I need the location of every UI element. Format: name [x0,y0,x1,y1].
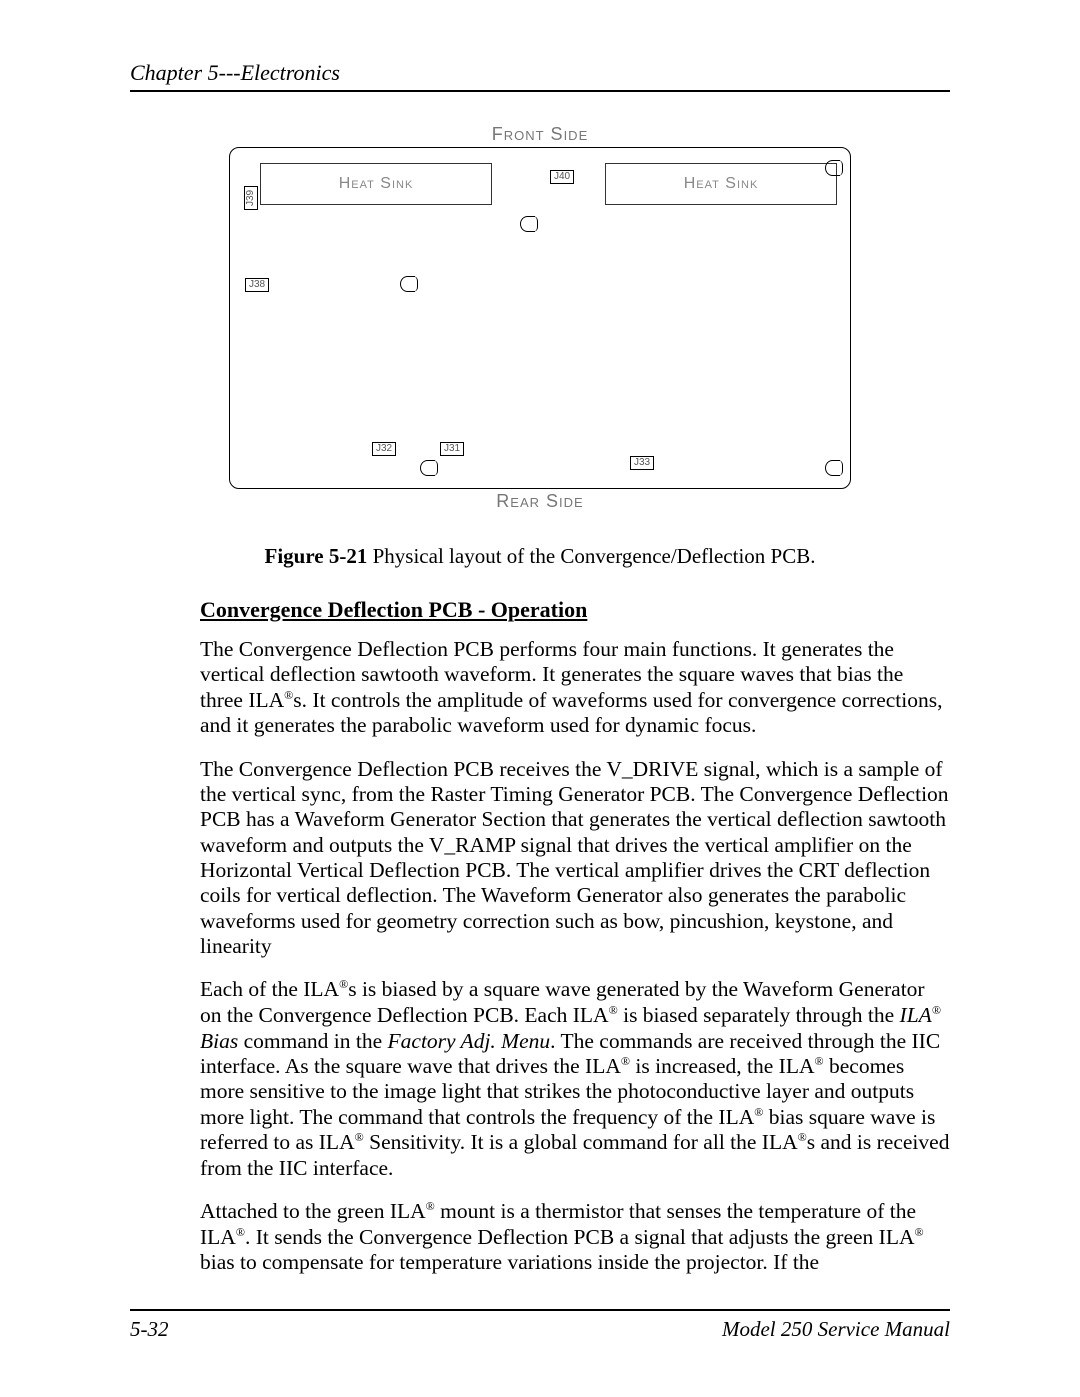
footer-rule [130,1309,950,1311]
paragraph-4: Attached to the green ILA® mount is a th… [130,1199,950,1275]
connector-j33: J33 [630,456,654,470]
figure-5-21: Front Side Heat Sink Heat Sink J39 J40 J… [130,122,950,514]
registered-icon: ® [355,1130,364,1144]
paragraph-3: Each of the ILA®s is biased by a square … [130,977,950,1181]
pcb-outline: Heat Sink Heat Sink J39 J40 J38 J32 J31 … [229,147,851,489]
registered-icon: ® [815,1054,824,1068]
connector-j40: J40 [550,170,574,184]
registered-icon: ® [609,1003,618,1017]
mark-icon [825,460,840,476]
mark-icon [825,160,840,176]
connector-j31: J31 [440,442,464,456]
registered-icon: ® [284,688,293,702]
manual-title: Model 250 Service Manual [722,1317,950,1342]
heat-sink-left: Heat Sink [260,163,492,205]
mark-icon [400,276,415,292]
connector-j38: J38 [245,278,269,292]
registered-icon: ® [798,1130,807,1144]
registered-icon: ® [621,1054,630,1068]
registered-icon: ® [236,1225,245,1239]
rear-side-label: Rear Side [496,491,583,512]
page-footer: 5-32 Model 250 Service Manual [130,1309,950,1342]
heat-sink-right: Heat Sink [605,163,837,205]
caption-bold: Figure 5-21 [265,544,368,568]
header-rule [130,90,950,92]
registered-icon: ® [932,1003,941,1017]
connector-j39: J39 [244,186,258,210]
paragraph-1: The Convergence Deflection PCB performs … [130,637,950,739]
page-number: 5-32 [130,1317,169,1342]
section-title: Convergence Deflection PCB - Operation [130,597,950,623]
registered-icon: ® [914,1225,923,1239]
paragraph-2: The Convergence Deflection PCB receives … [130,757,950,960]
connector-j32: J32 [372,442,396,456]
mark-icon [420,460,435,476]
figure-caption: Figure 5-21 Physical layout of the Conve… [130,544,950,569]
registered-icon: ® [339,977,348,991]
front-side-label: Front Side [492,124,589,145]
chapter-header: Chapter 5---Electronics [130,60,950,86]
caption-text: Physical layout of the Convergence/Defle… [367,544,815,568]
registered-icon: ® [426,1199,435,1213]
mark-icon [520,216,535,232]
page: Chapter 5---Electronics Front Side Heat … [0,0,1080,1397]
